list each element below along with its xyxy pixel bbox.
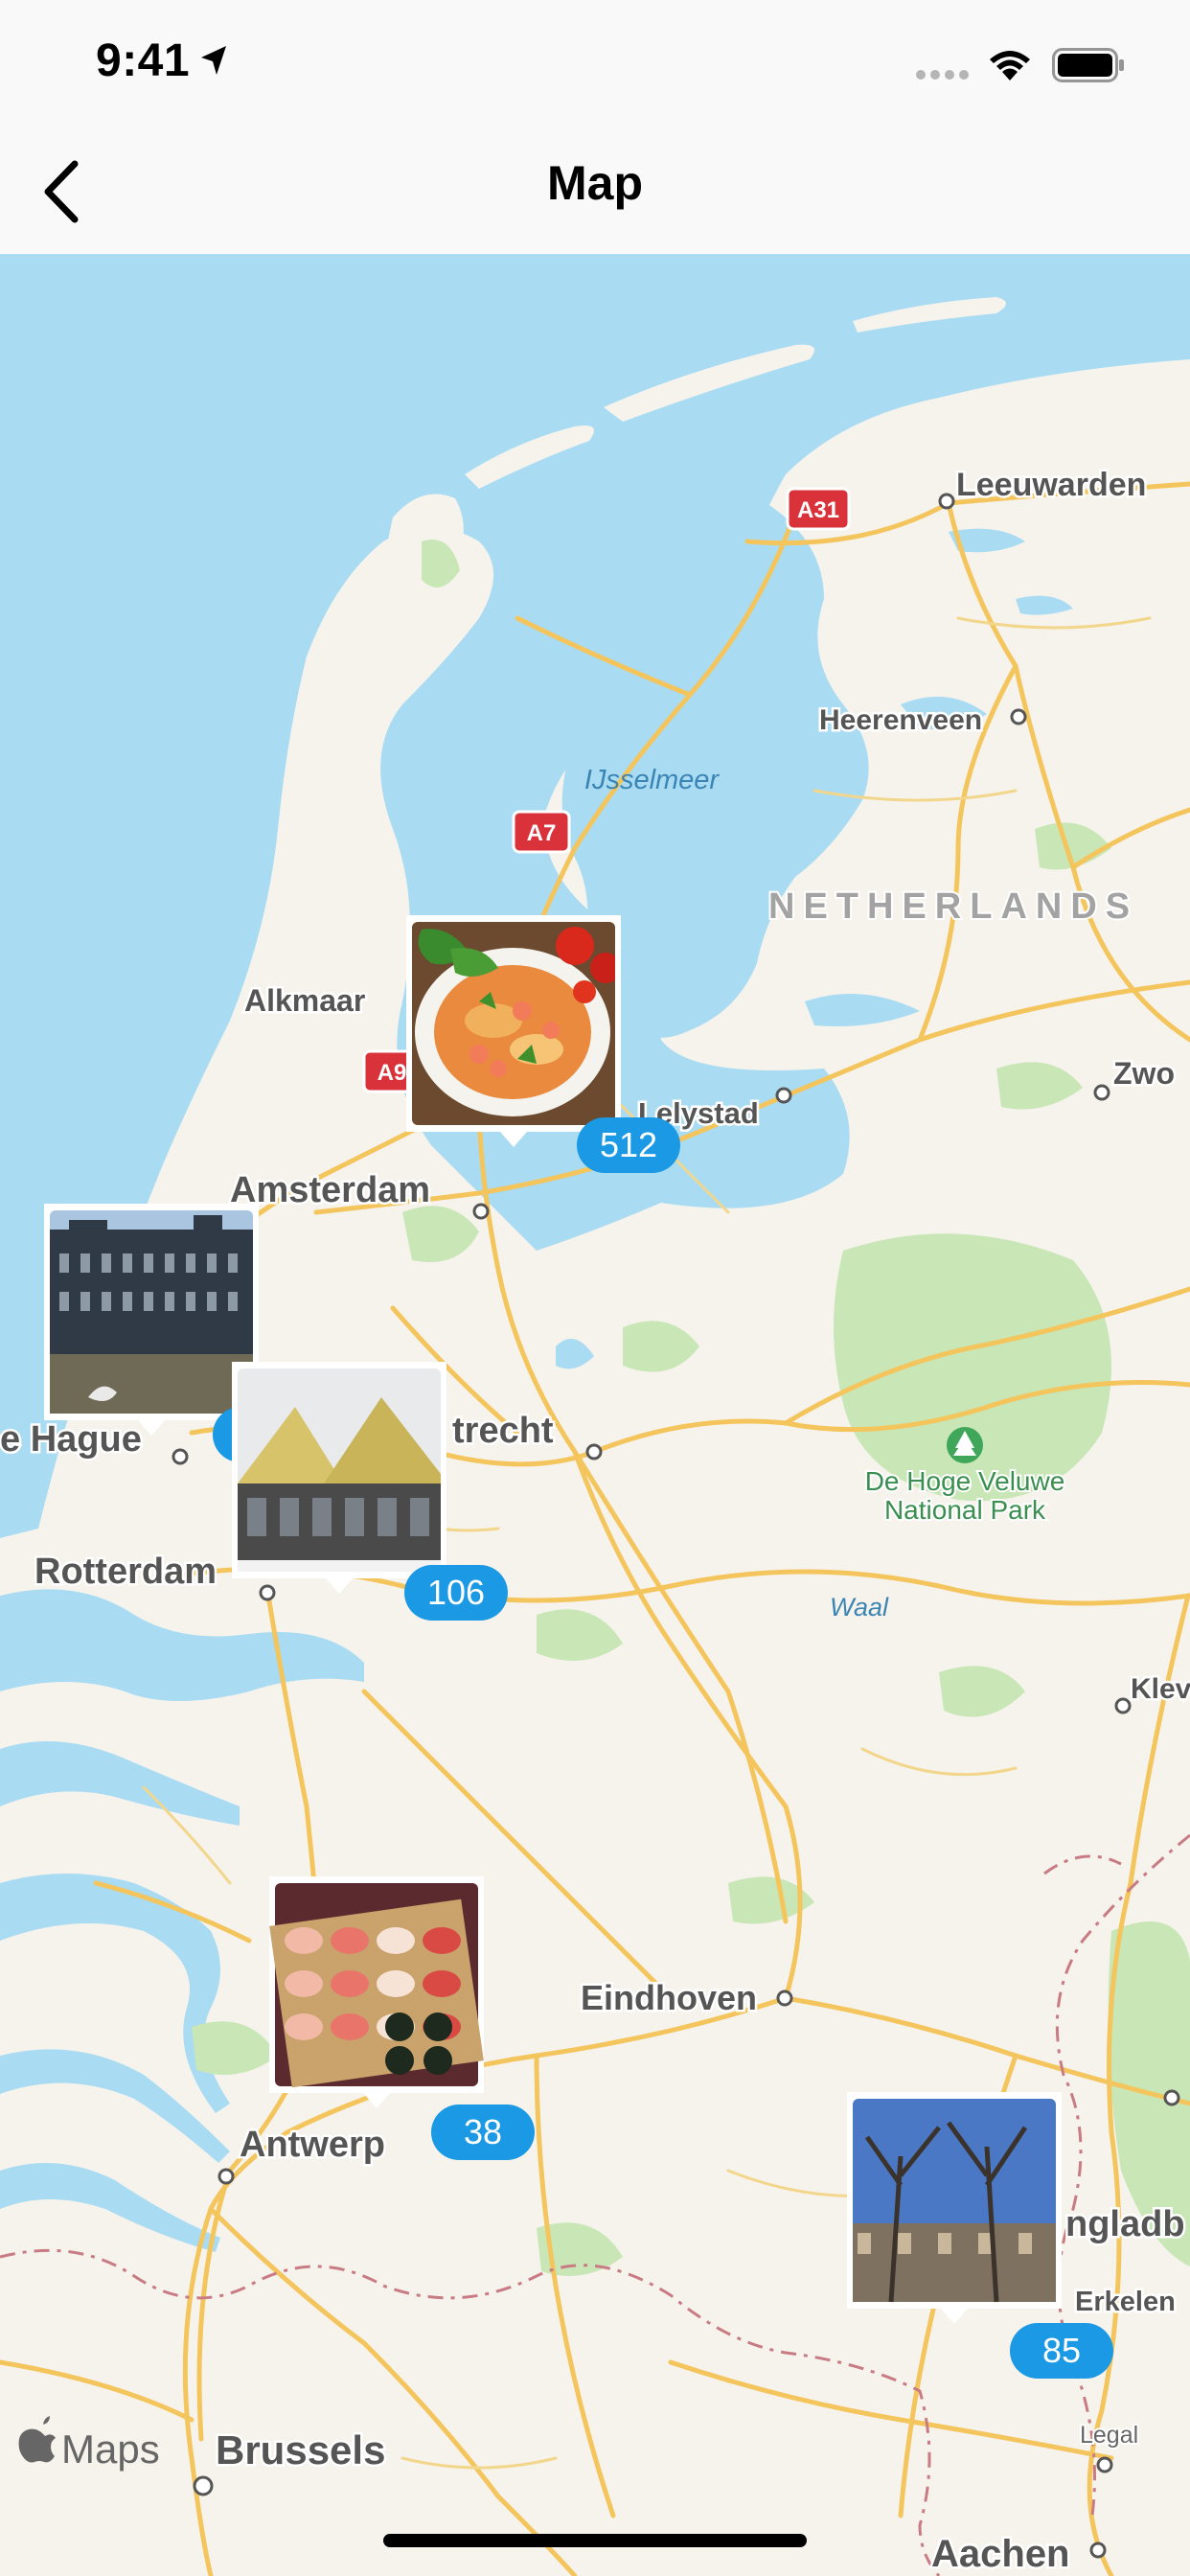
count-badge: 512 (577, 1117, 680, 1173)
photo-thumbnail (853, 2099, 1056, 2303)
water-label-waal: Waal (830, 1593, 889, 1622)
count-badge-label: 85 (1042, 2331, 1081, 2370)
city-label-erkelenz: Erkelen (1075, 2287, 1176, 2317)
city-label-antwerp: Antwerp (240, 2125, 385, 2165)
navigation-bar: Map (0, 134, 1190, 255)
page-title: Map (547, 156, 643, 210)
count-badge: 85 (1010, 2323, 1113, 2379)
park-label: De Hoge Veluwe National Park (865, 1466, 1065, 1525)
wifi-icon (990, 51, 1030, 80)
home-indicator (383, 2534, 807, 2547)
count-badge-label: 106 (427, 1573, 485, 1612)
city-label-monchengladbach: ngladb (1065, 2204, 1185, 2244)
cellular-signal-icon (916, 70, 969, 80)
city-label-leeuwarden: Leeuwarden (956, 467, 1146, 503)
city-label-aachen: Aachen (931, 2533, 1070, 2575)
city-label-amsterdam: Amsterdam (230, 1170, 430, 1210)
svg-text:A7: A7 (527, 820, 557, 846)
count-badge: 106 (404, 1565, 508, 1621)
count-badge-label: 38 (464, 2112, 502, 2151)
photo-thumbnail (50, 1210, 253, 1414)
road-shield-a7: A7 (512, 810, 571, 854)
city-label-rotterdam: Rotterdam (34, 1552, 217, 1592)
count-badge: 38 (431, 2104, 535, 2160)
water-label-ijsselmeer: IJsselmeer (584, 765, 721, 795)
park-label-line1: De Hoge Veluwe (865, 1466, 1065, 1496)
photo-thumbnail (412, 922, 615, 1125)
photo-thumbnail (238, 1368, 441, 1572)
city-label-alkmaar: Alkmaar (244, 983, 365, 1018)
status-bar: 9:41 (0, 0, 1190, 134)
city-label-brussels: Brussels (216, 2427, 385, 2472)
city-label-kleve: Klev (1131, 1673, 1190, 1705)
park-icon (947, 1427, 983, 1463)
photo-pin[interactable] (406, 915, 621, 1147)
city-label-zwolle: Zwo (1113, 1056, 1175, 1091)
status-time: 9:41 (96, 35, 191, 86)
road-shield-a31: A31 (786, 487, 851, 531)
svg-text:Maps: Maps (61, 2426, 160, 2472)
battery-icon (1052, 48, 1124, 82)
svg-text:A9: A9 (378, 1060, 407, 1086)
park-label-line2: National Park (884, 1495, 1046, 1525)
location-arrow-icon (201, 46, 226, 75)
city-label-the-hague: e Hague (0, 1419, 142, 1460)
legal-link[interactable]: Legal (1078, 2420, 1140, 2450)
city-label-utrecht: trecht (452, 1411, 554, 1451)
region-label-netherlands: NETHERLANDS (768, 886, 1138, 927)
photo-pin-512[interactable]: 512 (577, 1117, 680, 1173)
city-label-eindhoven: Eindhoven (581, 1978, 757, 2017)
photo-thumbnail (269, 1883, 484, 2088)
svg-text:A31: A31 (797, 497, 839, 523)
count-badge-label: 512 (600, 1125, 657, 1164)
map-view[interactable]: A31 A7 A9 Leeuwarden Heerenveen IJsselme… (0, 254, 1190, 2576)
city-label-heerenveen: Heerenveen (819, 704, 982, 736)
